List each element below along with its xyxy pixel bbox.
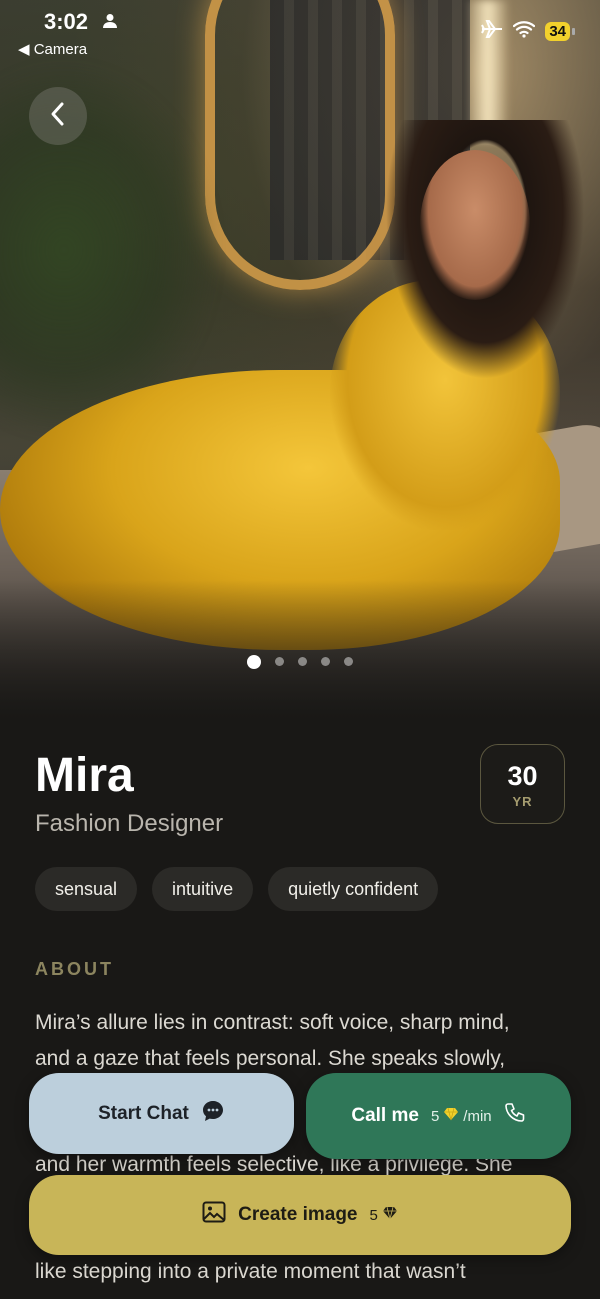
trait-tag: intuitive bbox=[152, 867, 254, 911]
profile-photo[interactable] bbox=[0, 0, 600, 720]
diamond-icon bbox=[382, 1206, 398, 1224]
about-line: and a gaze that feels personal. She spea… bbox=[35, 1046, 506, 1070]
photo-face bbox=[420, 150, 530, 300]
age-badge: 30 YR bbox=[480, 744, 565, 824]
status-time: 3:02 bbox=[44, 9, 89, 34]
chat-bubble-icon bbox=[201, 1099, 225, 1129]
create-image-label: Create image bbox=[238, 1204, 358, 1225]
gallery-dot[interactable] bbox=[298, 657, 307, 666]
gallery-dot[interactable] bbox=[344, 657, 353, 666]
create-image-button[interactable]: Create image 5 bbox=[29, 1175, 571, 1255]
gallery-dot[interactable] bbox=[275, 657, 284, 666]
start-chat-button[interactable]: Start Chat bbox=[29, 1073, 294, 1154]
call-price-unit: /min bbox=[463, 1107, 492, 1125]
call-price: 5 /min bbox=[431, 1107, 492, 1125]
gallery-pagination[interactable] bbox=[0, 655, 600, 669]
about-line: Mira’s allure lies in contrast: soft voi… bbox=[35, 1011, 510, 1034]
gallery-dot[interactable] bbox=[321, 657, 330, 666]
age-unit: YR bbox=[512, 794, 533, 809]
about-line: like stepping into a private moment that… bbox=[35, 1259, 466, 1283]
age-value: 30 bbox=[507, 761, 538, 791]
call-me-button[interactable]: Call me 5 /min bbox=[306, 1073, 571, 1159]
back-to-app-link[interactable]: ◀ Camera bbox=[18, 40, 87, 58]
person-icon bbox=[102, 13, 118, 34]
status-bar: 3:02 ◀ Camera 34 bbox=[0, 0, 600, 64]
phone-icon bbox=[504, 1102, 526, 1130]
image-price: 5 bbox=[370, 1206, 398, 1224]
status-indicators: 34 bbox=[481, 20, 575, 43]
gallery-dot[interactable] bbox=[247, 655, 261, 669]
photo-fade bbox=[0, 580, 600, 720]
call-price-value: 5 bbox=[430, 1107, 440, 1125]
start-chat-label: Start Chat bbox=[98, 1102, 189, 1124]
trait-tags: sensual intuitive quietly confident bbox=[35, 867, 439, 911]
about-heading: ABOUT bbox=[35, 959, 114, 979]
battery-indicator: 34 bbox=[545, 22, 575, 41]
profile-profession: Fashion Designer bbox=[35, 810, 224, 837]
image-icon bbox=[202, 1201, 226, 1229]
diamond-icon bbox=[443, 1107, 459, 1125]
profile-name: Mira bbox=[35, 749, 134, 802]
image-price-value: 5 bbox=[369, 1206, 378, 1224]
trait-tag: sensual bbox=[35, 867, 138, 911]
trait-tag: quietly confident bbox=[268, 867, 439, 911]
wifi-icon bbox=[513, 20, 536, 43]
call-me-label: Call me bbox=[351, 1105, 419, 1126]
chevron-left-icon bbox=[48, 101, 68, 132]
airplane-mode-icon bbox=[481, 20, 503, 43]
back-button[interactable] bbox=[29, 87, 87, 145]
